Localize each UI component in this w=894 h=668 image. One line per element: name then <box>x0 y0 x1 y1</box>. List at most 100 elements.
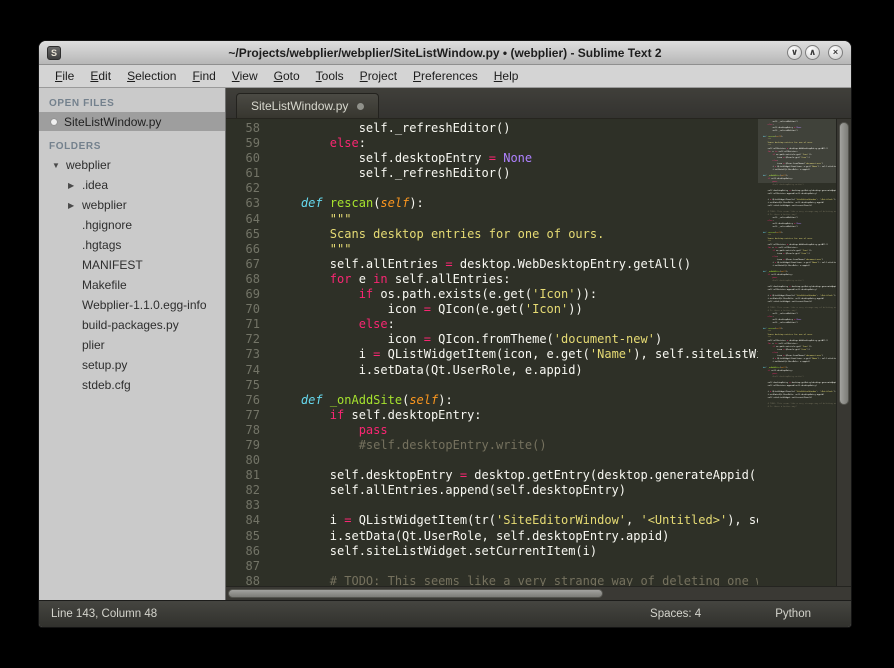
line-number: 59 <box>226 136 260 151</box>
tab-sitelistwindow[interactable]: SiteListWindow.py <box>236 93 379 118</box>
sidebar: OPEN FILES SiteListWindow.py FOLDERS ▼ we… <box>39 88 226 600</box>
menu-item-file[interactable]: File <box>47 67 82 85</box>
menu-item-view[interactable]: View <box>224 67 266 85</box>
menu-item-goto[interactable]: Goto <box>266 67 308 85</box>
cursor-position: Line 143, Column 48 <box>51 608 157 620</box>
tab-label: SiteListWindow.py <box>251 99 348 113</box>
tree-label: Webplier-1.1.0.egg-info <box>82 298 207 312</box>
tree-label: .hgignore <box>82 218 132 232</box>
modified-dot-icon <box>51 119 57 125</box>
tree-label: plier <box>82 338 105 352</box>
menu-item-preferences[interactable]: Preferences <box>405 67 486 85</box>
open-file-sitelistwindow[interactable]: SiteListWindow.py <box>39 112 225 131</box>
open-files-header: OPEN FILES <box>39 96 225 112</box>
line-number: 88 <box>226 574 260 586</box>
line-number: 78 <box>226 423 260 438</box>
tree-label: MANIFEST <box>82 258 143 272</box>
line-number: 71 <box>226 317 260 332</box>
tree-label: .idea <box>82 178 108 192</box>
status-bar: Line 143, Column 48 Spaces: 4 Python <box>39 600 851 627</box>
line-number: 66 <box>226 242 260 257</box>
tree-file-makefile[interactable]: Makefile <box>39 275 225 295</box>
line-number: 65 <box>226 227 260 242</box>
menu-item-selection[interactable]: Selection <box>119 67 184 85</box>
syntax-status[interactable]: Python <box>775 608 811 620</box>
line-number-gutter: 5859606162636465666768697071727374757677… <box>226 119 272 586</box>
tree-label: webplier <box>82 198 127 212</box>
tree-label: webplier <box>66 158 111 172</box>
line-number: 87 <box>226 559 260 574</box>
vertical-scrollbar[interactable] <box>836 119 851 586</box>
menu-item-project[interactable]: Project <box>352 67 405 85</box>
line-number: 75 <box>226 378 260 393</box>
tree-label: setup.py <box>82 358 127 372</box>
line-number: 63 <box>226 196 260 211</box>
menu-item-find[interactable]: Find <box>184 67 223 85</box>
titlebar[interactable]: S ~/Projects/webplier/webplier/SiteListW… <box>39 41 851 65</box>
horizontal-scrollbar[interactable] <box>226 586 851 600</box>
menu-item-tools[interactable]: Tools <box>308 67 352 85</box>
horizontal-scrollbar-handle[interactable] <box>228 589 603 598</box>
line-number: 80 <box>226 453 260 468</box>
minimap[interactable]: self._refreshEditor() else: self.desktop… <box>758 119 836 586</box>
tree-label: .hgtags <box>82 238 121 252</box>
line-number: 61 <box>226 166 260 181</box>
status-right-group: Spaces: 4 Python <box>650 608 839 620</box>
tree-file-build-packages.py[interactable]: build-packages.py <box>39 315 225 335</box>
vertical-scrollbar-handle[interactable] <box>839 122 849 405</box>
triangle-right-icon: ▶ <box>68 201 78 210</box>
menu-item-edit[interactable]: Edit <box>82 67 119 85</box>
line-number: 72 <box>226 332 260 347</box>
folders-header: FOLDERS <box>39 139 225 155</box>
window-title: ~/Projects/webplier/webplier/SiteListWin… <box>39 46 851 60</box>
line-number: 62 <box>226 181 260 196</box>
code-area[interactable]: 5859606162636465666768697071727374757677… <box>226 119 851 586</box>
line-number: 70 <box>226 302 260 317</box>
window-controls: ∨∧ × <box>787 45 843 60</box>
triangle-right-icon: ▶ <box>68 181 78 190</box>
line-number: 67 <box>226 257 260 272</box>
line-number: 82 <box>226 483 260 498</box>
line-number: 85 <box>226 529 260 544</box>
tree-file-webplier-1.1.0.egg-info[interactable]: Webplier-1.1.0.egg-info <box>39 295 225 315</box>
tree-file-.hgtags[interactable]: .hgtags <box>39 235 225 255</box>
close-button[interactable]: × <box>828 45 843 60</box>
tab-modified-dot-icon[interactable] <box>357 103 364 110</box>
sublime-window: S ~/Projects/webplier/webplier/SiteListW… <box>38 40 852 628</box>
tree-file-stdeb.cfg[interactable]: stdeb.cfg <box>39 375 225 395</box>
tab-bar: SiteListWindow.py <box>226 88 851 119</box>
tree-label: Makefile <box>82 278 127 292</box>
folder-tree: ▼ webplier ▶ .idea ▶ webplier .hgignore .hgtags… <box>39 155 225 395</box>
line-number: 81 <box>226 468 260 483</box>
main-content: OPEN FILES SiteListWindow.py FOLDERS ▼ we… <box>39 88 851 600</box>
open-file-label: SiteListWindow.py <box>64 115 161 129</box>
line-number: 68 <box>226 272 260 287</box>
menu-item-help[interactable]: Help <box>486 67 527 85</box>
desktop-background: { "window": { "title": "~/Projects/webpl… <box>0 0 894 668</box>
line-number: 84 <box>226 513 260 528</box>
line-number: 64 <box>226 212 260 227</box>
line-number: 83 <box>226 498 260 513</box>
tree-file-setup.py[interactable]: setup.py <box>39 355 225 375</box>
tree-file-manifest[interactable]: MANIFEST <box>39 255 225 275</box>
minimize-button[interactable]: ∨ <box>787 45 802 60</box>
line-number: 77 <box>226 408 260 423</box>
line-number: 76 <box>226 393 260 408</box>
tree-folder-webplier[interactable]: ▼ webplier <box>39 155 225 175</box>
line-number: 86 <box>226 544 260 559</box>
line-number: 73 <box>226 347 260 362</box>
line-number: 58 <box>226 121 260 136</box>
tree-label: build-packages.py <box>82 318 179 332</box>
line-number: 60 <box>226 151 260 166</box>
line-number: 74 <box>226 363 260 378</box>
tree-folder-webplier[interactable]: ▶ webplier <box>39 195 225 215</box>
line-number: 69 <box>226 287 260 302</box>
tree-folder-.idea[interactable]: ▶ .idea <box>39 175 225 195</box>
triangle-down-icon: ▼ <box>52 161 62 170</box>
tree-file-.hgignore[interactable]: .hgignore <box>39 215 225 235</box>
tree-file-plier[interactable]: plier <box>39 335 225 355</box>
indent-status[interactable]: Spaces: 4 <box>650 608 701 620</box>
line-number: 79 <box>226 438 260 453</box>
tree-label: stdeb.cfg <box>82 378 131 392</box>
maximize-button[interactable]: ∧ <box>805 45 820 60</box>
